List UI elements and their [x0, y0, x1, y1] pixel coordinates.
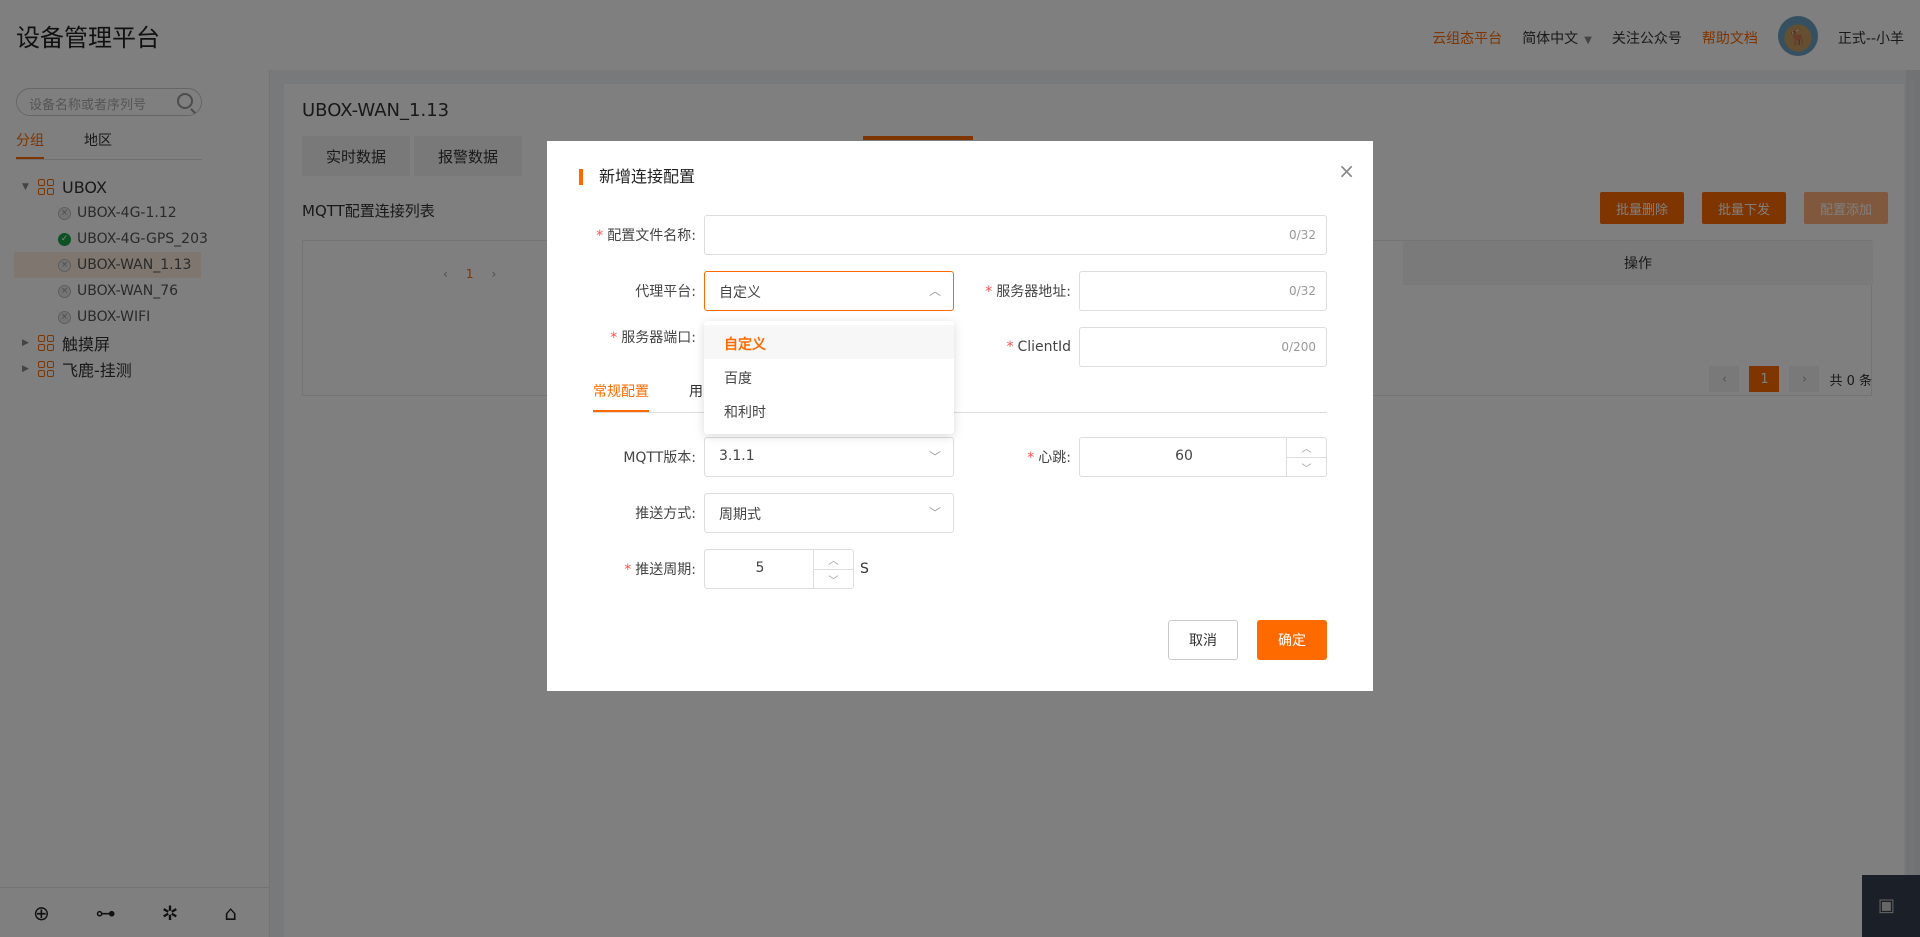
row-push-period: * 推送周期: 5 ︿ ﹀ S	[584, 549, 869, 589]
decrement-icon[interactable]: ﹀	[1287, 457, 1326, 476]
config-name-input[interactable]: 0/32	[704, 215, 1327, 255]
push-mode-select[interactable]: 周期式 ﹀	[704, 493, 954, 533]
row-mqtt-version: MQTT版本: 3.1.1 ﹀	[584, 437, 954, 477]
chevron-up-icon: ︿	[928, 284, 941, 298]
char-count: 0/32	[1289, 228, 1316, 242]
close-icon[interactable]: ×	[1338, 159, 1355, 183]
row-client-id: * ClientId 0/200	[959, 327, 1327, 367]
row-push-mode: 推送方式: 周期式 ﹀	[584, 493, 954, 533]
proxy-dropdown: 自定义 百度 和利时	[704, 321, 954, 434]
push-period-stepper[interactable]: 5 ︿ ﹀	[704, 549, 854, 589]
push-mode-value: 周期式	[719, 507, 761, 523]
char-count: 0/200	[1281, 340, 1316, 354]
proxy-label: 代理平台:	[635, 284, 696, 300]
row-server-address: * 服务器地址: 0/32	[959, 271, 1327, 311]
proxy-select[interactable]: 自定义 ︿	[704, 271, 954, 311]
tab-user-config[interactable]: 用	[689, 381, 703, 412]
row-heartbeat: * 心跳: 60 ︿ ﹀	[959, 437, 1327, 477]
push-period-unit: S	[860, 561, 869, 577]
mqtt-version-value: 3.1.1	[719, 448, 755, 464]
chat-widget[interactable]: ▣	[1862, 875, 1920, 937]
increment-icon[interactable]: ︿	[814, 550, 853, 569]
row-config-name: * 配置文件名称: 0/32	[584, 215, 1327, 255]
char-count: 0/32	[1289, 284, 1316, 298]
heartbeat-value: 60	[1175, 448, 1193, 464]
chevron-down-icon: ﹀	[928, 450, 941, 464]
config-name-label: * 配置文件名称:	[596, 228, 696, 244]
row-proxy: 代理平台: 自定义 ︿	[584, 271, 954, 311]
decrement-icon[interactable]: ﹀	[814, 569, 853, 588]
option-baidu[interactable]: 百度	[704, 359, 954, 393]
push-period-value: 5	[755, 560, 765, 576]
push-mode-label: 推送方式:	[635, 506, 696, 522]
page-scrollbar[interactable]	[1906, 70, 1920, 937]
mqtt-version-label: MQTT版本:	[623, 450, 696, 466]
chevron-down-icon: ﹀	[928, 506, 941, 520]
increment-icon[interactable]: ︿	[1287, 438, 1326, 457]
push-period-label: * 推送周期:	[624, 562, 696, 578]
tab-general-config[interactable]: 常规配置	[593, 381, 649, 412]
heartbeat-stepper[interactable]: 60 ︿ ﹀	[1079, 437, 1327, 477]
server-address-input[interactable]: 0/32	[1079, 271, 1327, 311]
row-server-port: * 服务器端口:	[584, 327, 704, 347]
heartbeat-label: * 心跳:	[1027, 450, 1071, 466]
proxy-value: 自定义	[719, 285, 761, 301]
chat-icon: ▣	[1878, 895, 1896, 916]
stepper-buttons: ︿ ﹀	[1286, 438, 1326, 476]
server-address-label: * 服务器地址:	[985, 284, 1071, 300]
mqtt-version-select[interactable]: 3.1.1 ﹀	[704, 437, 954, 477]
server-port-label: * 服务器端口:	[610, 330, 696, 346]
stepper-buttons: ︿ ﹀	[813, 550, 853, 588]
cancel-button[interactable]: 取消	[1168, 620, 1238, 660]
dialog-title: 新增连接配置	[579, 169, 695, 185]
confirm-button[interactable]: 确定	[1257, 620, 1327, 660]
add-connection-dialog: 新增连接配置 × * 配置文件名称: 0/32 代理平台: 自定义 ︿ * 服务器地…	[547, 141, 1373, 691]
option-hollysys[interactable]: 和利时	[704, 393, 954, 427]
option-custom[interactable]: 自定义	[704, 325, 954, 359]
client-id-label: * ClientId	[1006, 339, 1071, 355]
client-id-input[interactable]: 0/200	[1079, 327, 1327, 367]
